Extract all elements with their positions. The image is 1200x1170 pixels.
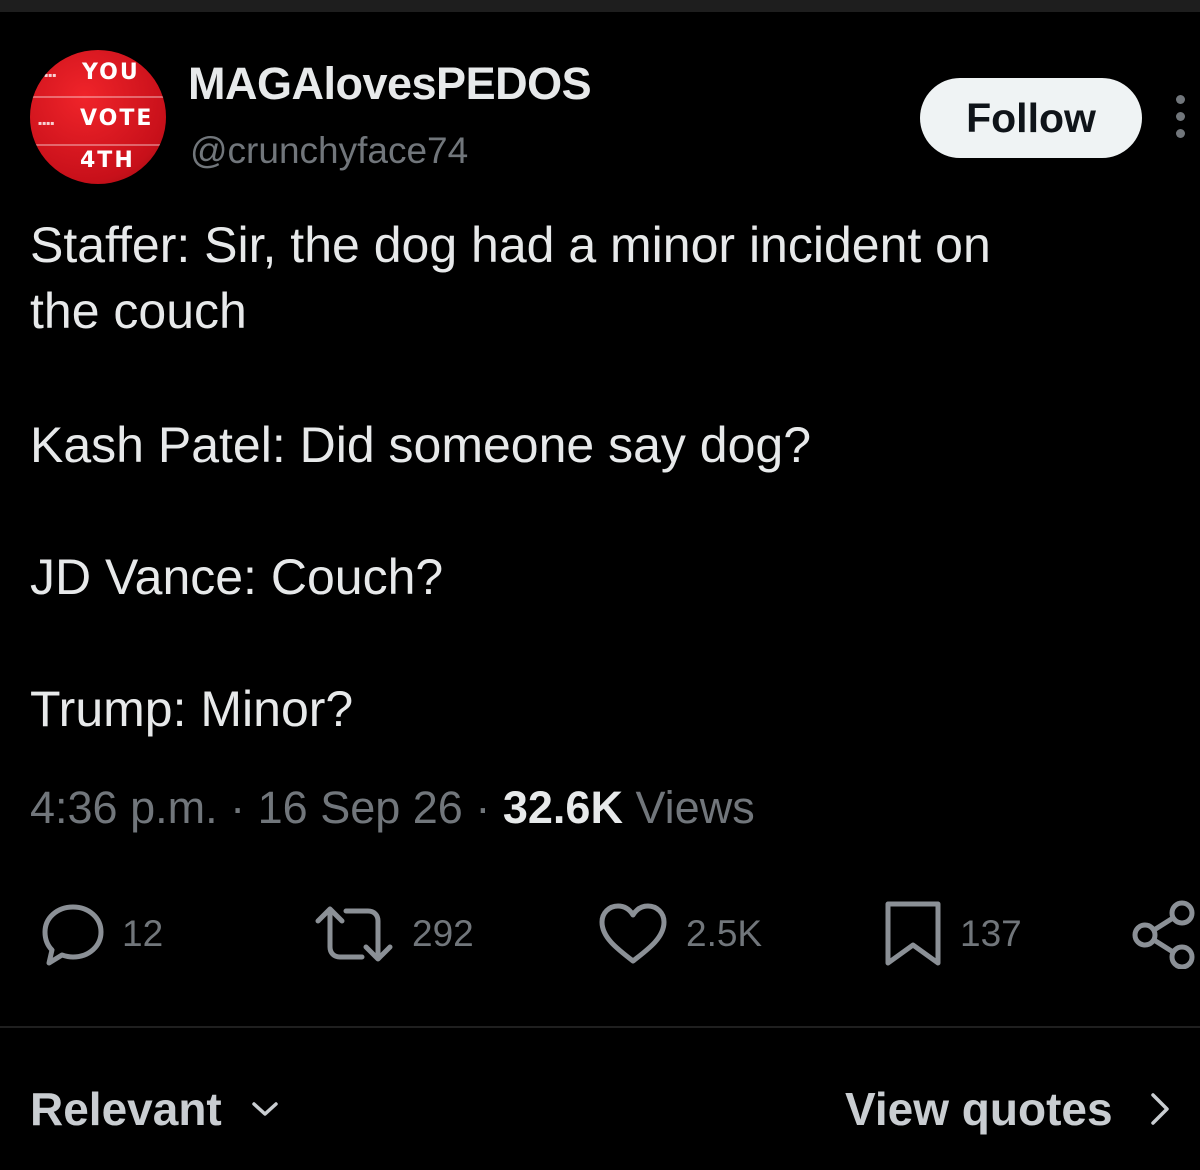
tweet-line: Trump: Minor? xyxy=(30,681,354,737)
like-count: 2.5K xyxy=(686,913,763,954)
bookmark-button[interactable]: 137 xyxy=(882,898,1022,970)
meta-separator: · xyxy=(230,782,246,833)
reply-count: 12 xyxy=(122,913,164,954)
chevron-down-icon xyxy=(252,1102,278,1116)
bookmark-icon xyxy=(885,901,941,966)
sort-replies-dropdown[interactable]: Relevant xyxy=(30,1082,280,1136)
avatar-text-vote: VOTE xyxy=(80,106,154,131)
reply-button[interactable]: 12 xyxy=(40,898,163,970)
heart-icon xyxy=(599,903,667,964)
view-quotes-label: View quotes xyxy=(845,1083,1113,1135)
author-display-name[interactable]: MAGAlovesPEDOS xyxy=(188,58,592,110)
reply-icon xyxy=(42,904,104,966)
tweet-line: JD Vance: Couch? xyxy=(30,549,444,605)
tweet-line: Staffer: Sir, the dog had a minor incide… xyxy=(30,217,991,273)
bookmark-count: 137 xyxy=(960,913,1022,954)
share-icon xyxy=(1132,900,1195,969)
meta-separator: · xyxy=(475,782,491,833)
avatar[interactable]: ▪▪▪▪ ▪▪▪▪ ▪▪▪▪ YOU VOTE 4TH xyxy=(30,50,166,184)
views-label: Views xyxy=(635,782,755,833)
like-button[interactable]: 2.5K xyxy=(596,898,762,970)
chevron-right-icon xyxy=(1150,1093,1169,1125)
tweet-line: Kash Patel: Did someone say dog? xyxy=(30,417,812,473)
avatar-stripe xyxy=(30,144,166,146)
author-handle[interactable]: @crunchyface74 xyxy=(190,130,468,172)
avatar-text-4th: 4TH xyxy=(80,148,135,173)
avatar-fine-print: ▪▪▪▪ xyxy=(40,72,57,79)
avatar-fine-print: ▪▪▪▪ xyxy=(36,166,53,173)
tweet-line: the couch xyxy=(30,283,247,339)
repost-button[interactable]: 292 xyxy=(312,898,474,970)
tweet-date[interactable]: 16 Sep 26 xyxy=(258,782,463,833)
top-bar xyxy=(0,0,1200,12)
avatar-text-you: YOU xyxy=(82,60,140,85)
tweet-time[interactable]: 4:36 p.m. xyxy=(30,782,218,833)
share-button[interactable] xyxy=(1130,898,1196,970)
follow-button[interactable]: Follow xyxy=(920,78,1142,158)
sort-label: Relevant xyxy=(30,1083,222,1135)
view-quotes-link[interactable]: View quotes xyxy=(845,1082,1171,1136)
tweet-meta: 4:36 p.m. · 16 Sep 26 · 32.6K Views xyxy=(30,782,755,834)
avatar-stripe xyxy=(30,96,166,98)
repost-icon xyxy=(315,906,393,962)
divider xyxy=(0,1026,1200,1028)
more-options-icon[interactable] xyxy=(1174,95,1188,139)
views-count: 32.6K xyxy=(502,782,623,833)
avatar-fine-print: ▪▪▪▪ xyxy=(38,120,55,127)
repost-count: 292 xyxy=(412,913,474,954)
